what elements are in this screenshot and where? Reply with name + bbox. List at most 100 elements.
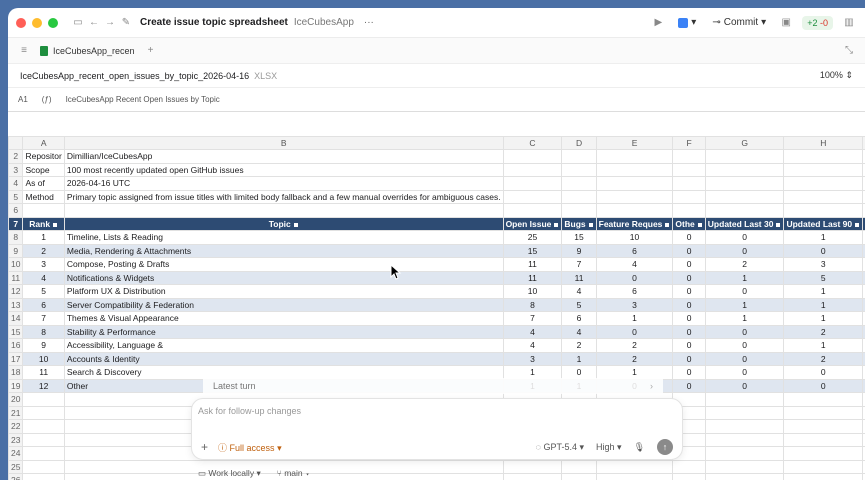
latest-turn-bar[interactable]: Latest turn › bbox=[203, 378, 663, 394]
column-header[interactable]: B bbox=[63, 136, 504, 150]
cell[interactable]: Platform UX & Distribution bbox=[63, 284, 504, 299]
cell[interactable]: 1 bbox=[22, 230, 65, 245]
corner-cell[interactable] bbox=[8, 136, 24, 150]
table-header-cell[interactable]: Othe bbox=[672, 216, 706, 231]
column-header[interactable]: A bbox=[22, 136, 65, 150]
row-number[interactable]: 23 bbox=[8, 432, 24, 447]
cell[interactable]: Server Compatibility & Federation bbox=[63, 297, 504, 312]
table-header-cell[interactable]: Topic bbox=[63, 216, 504, 231]
row-number[interactable]: 5 bbox=[8, 189, 24, 204]
cell[interactable]: 0 bbox=[672, 230, 706, 245]
filter-dropdown-icon[interactable] bbox=[664, 221, 671, 228]
cell[interactable]: 0 bbox=[672, 257, 706, 272]
cell[interactable]: 3 bbox=[595, 297, 674, 312]
cell[interactable]: 2 bbox=[595, 351, 674, 366]
cell[interactable]: 11 bbox=[502, 257, 563, 272]
commit-button[interactable]: ⊸ Commit ▾ bbox=[708, 15, 770, 30]
cell[interactable]: 0 bbox=[704, 324, 785, 339]
cell[interactable] bbox=[22, 473, 65, 480]
cell[interactable] bbox=[561, 459, 597, 474]
cell[interactable] bbox=[502, 176, 563, 191]
cell[interactable]: 0 bbox=[704, 365, 785, 380]
zoom-select[interactable]: 100% ⇕ bbox=[820, 70, 853, 81]
cell[interactable]: 11 bbox=[561, 270, 597, 285]
cell[interactable]: 15 bbox=[561, 230, 597, 245]
cell[interactable]: 5 bbox=[783, 270, 864, 285]
cell[interactable]: 1 bbox=[783, 284, 864, 299]
cell[interactable] bbox=[63, 203, 504, 218]
cell[interactable] bbox=[704, 203, 785, 218]
row-number[interactable]: 20 bbox=[8, 392, 24, 407]
filter-dropdown-icon[interactable] bbox=[52, 221, 59, 228]
model-select[interactable]: ◌ GPT-5.4 ▾ bbox=[536, 442, 584, 453]
cell[interactable]: 0 bbox=[704, 230, 785, 245]
table-header-cell[interactable]: Updated Last 30 bbox=[704, 216, 785, 231]
row-number[interactable]: 16 bbox=[8, 338, 24, 353]
column-header[interactable]: D bbox=[561, 136, 597, 150]
toggle-panel-icon[interactable]: ▥ bbox=[841, 17, 857, 28]
table-header-cell[interactable]: Feature Reques bbox=[595, 216, 674, 231]
cell[interactable] bbox=[704, 189, 785, 204]
forward-arrow-icon[interactable]: → bbox=[102, 17, 118, 28]
cell[interactable]: Search & Discovery bbox=[63, 365, 504, 380]
prompt-input[interactable]: Ask for follow-up changes bbox=[198, 406, 301, 416]
cell[interactable]: 5 bbox=[22, 284, 65, 299]
effort-select[interactable]: High ▾ bbox=[596, 442, 622, 453]
row-number[interactable]: 8 bbox=[8, 230, 24, 245]
row-number[interactable]: 14 bbox=[8, 311, 24, 326]
cell[interactable] bbox=[561, 162, 597, 177]
cell[interactable]: 8 bbox=[22, 324, 65, 339]
filter-dropdown-icon[interactable] bbox=[696, 221, 703, 228]
add-tab-button[interactable]: + bbox=[143, 45, 159, 56]
row-number[interactable]: 3 bbox=[8, 162, 24, 177]
close-window-button[interactable] bbox=[16, 17, 26, 28]
cell[interactable] bbox=[783, 419, 864, 434]
cell[interactable] bbox=[672, 149, 706, 164]
cell[interactable] bbox=[704, 446, 785, 461]
cell[interactable] bbox=[672, 473, 706, 480]
cell[interactable]: 7 bbox=[561, 257, 597, 272]
cell[interactable] bbox=[783, 459, 864, 474]
table-header-cell[interactable]: Open Issue bbox=[502, 216, 563, 231]
cell[interactable] bbox=[704, 162, 785, 177]
row-number[interactable]: 7 bbox=[8, 216, 24, 231]
cell[interactable]: 1 bbox=[783, 311, 864, 326]
cell[interactable]: 1 bbox=[783, 297, 864, 312]
row-number[interactable]: 12 bbox=[8, 284, 24, 299]
cell[interactable]: 3 bbox=[502, 351, 563, 366]
row-number[interactable]: 15 bbox=[8, 324, 24, 339]
cell[interactable] bbox=[704, 149, 785, 164]
column-header[interactable]: G bbox=[704, 136, 785, 150]
cell[interactable]: 1 bbox=[502, 365, 563, 380]
zoom-window-button[interactable] bbox=[48, 17, 58, 28]
cell[interactable] bbox=[783, 432, 864, 447]
diff-stats-badge[interactable]: +2 -0 bbox=[802, 15, 833, 30]
cell[interactable]: 1 bbox=[595, 311, 674, 326]
cell[interactable]: 4 bbox=[502, 324, 563, 339]
cell[interactable] bbox=[502, 203, 563, 218]
cell[interactable] bbox=[704, 419, 785, 434]
cell[interactable]: 0 bbox=[672, 378, 706, 393]
column-header[interactable]: F bbox=[672, 136, 706, 150]
cell[interactable] bbox=[502, 149, 563, 164]
table-header-cell[interactable]: Updated Last 90 bbox=[783, 216, 864, 231]
cell[interactable]: 0 bbox=[672, 243, 706, 258]
cell[interactable] bbox=[783, 149, 864, 164]
cell[interactable]: 4 bbox=[561, 324, 597, 339]
cell[interactable]: 1 bbox=[704, 270, 785, 285]
cell[interactable]: Accounts & Identity bbox=[63, 351, 504, 366]
cell[interactable]: 6 bbox=[561, 311, 597, 326]
row-number[interactable]: 17 bbox=[8, 351, 24, 366]
cell[interactable]: Repositor bbox=[22, 149, 65, 164]
cell[interactable] bbox=[783, 203, 864, 218]
cell[interactable] bbox=[595, 473, 674, 480]
sidebar-toggle-icon[interactable]: ▭ bbox=[70, 17, 86, 28]
cell[interactable] bbox=[672, 176, 706, 191]
microphone-icon[interactable]: 🎙 bbox=[634, 442, 645, 453]
cell[interactable]: Timeline, Lists & Reading bbox=[63, 230, 504, 245]
cell[interactable]: Scope bbox=[22, 162, 65, 177]
cell[interactable]: 15 bbox=[502, 243, 563, 258]
cell[interactable]: 8 bbox=[502, 297, 563, 312]
cell[interactable] bbox=[561, 149, 597, 164]
more-options-button[interactable]: ··· bbox=[364, 17, 374, 28]
